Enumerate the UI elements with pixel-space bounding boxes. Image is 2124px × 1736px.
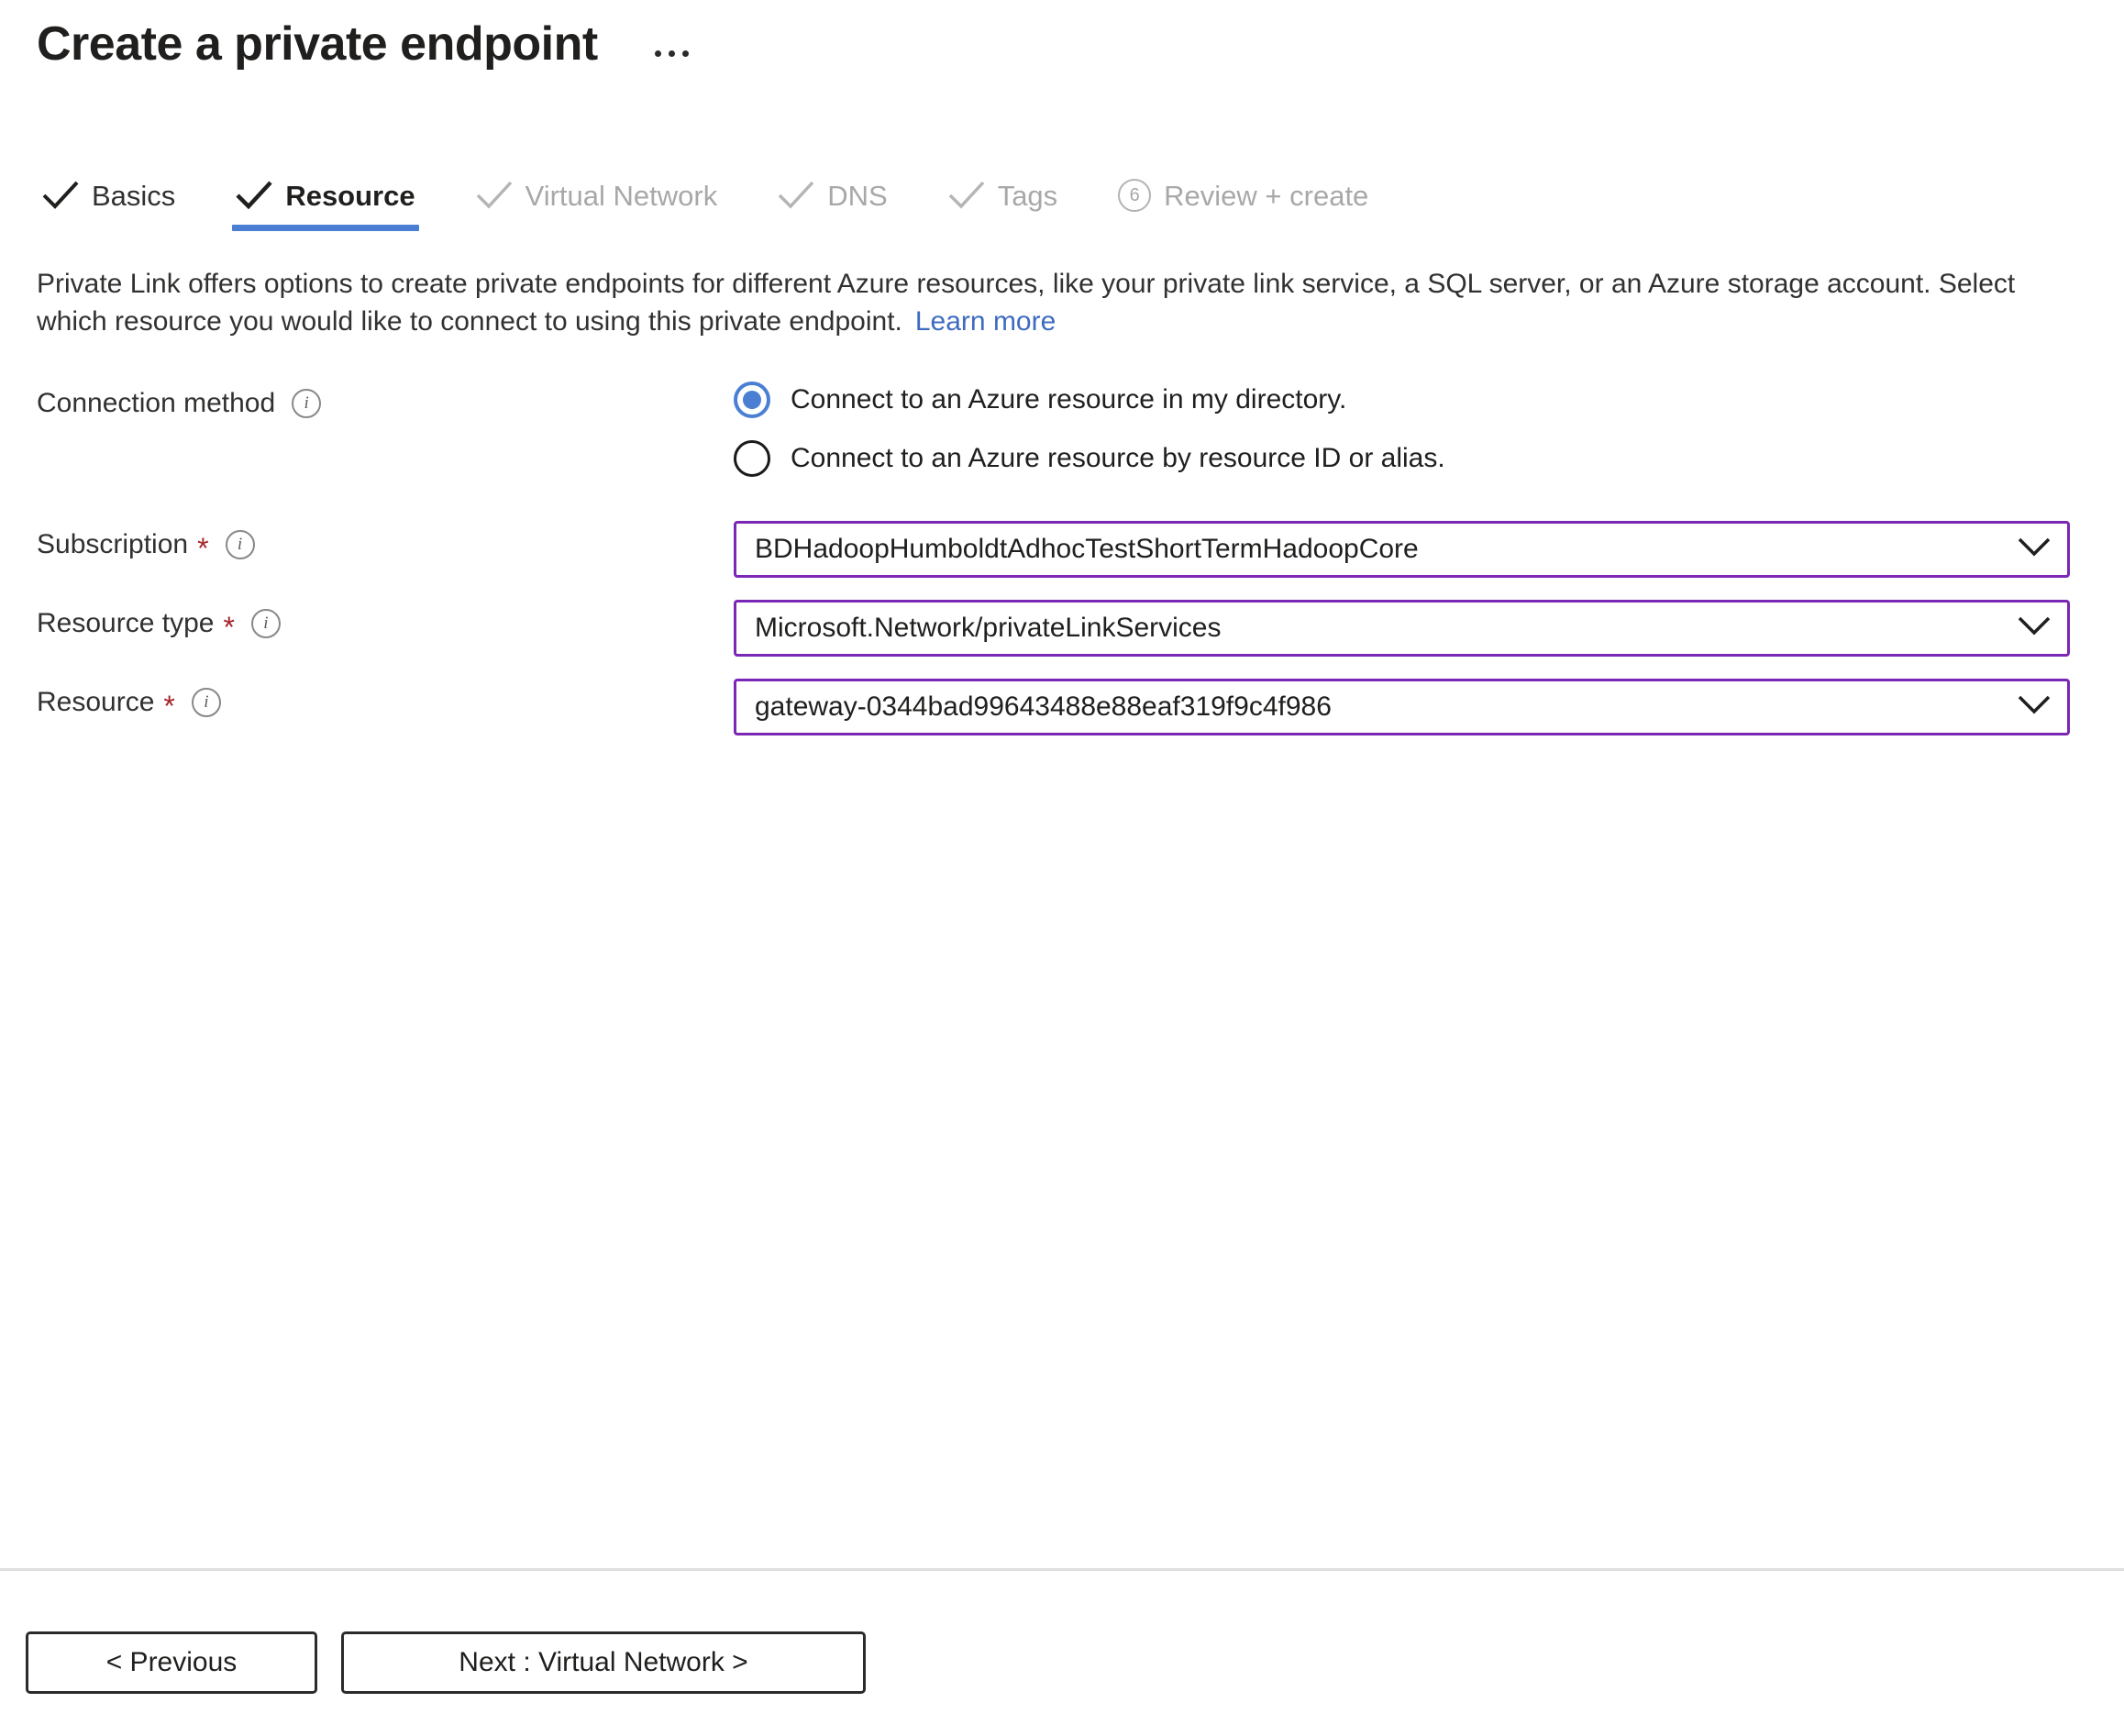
tab-basics[interactable]: Basics [37,165,181,226]
resource-value: gateway-0344bad99643488e88eaf319f9c4f986 [755,692,1332,721]
ellipsis-dot [669,50,676,57]
info-icon[interactable]: i [250,608,281,638]
resource-type-dropdown[interactable]: Microsoft.Network/privateLinkServices [734,599,2070,657]
form-row-subscription: Subscription * i BDHadoopHumboldtAdhocTe… [37,520,2124,578]
check-icon [948,180,985,211]
ellipsis-dot [682,50,690,57]
connection-method-radio-group: Connect to an Azure resource in my direc… [734,380,1445,499]
page-header: Create a private endpoint [0,0,2124,88]
resource-type-label: Resource type [37,607,215,638]
radio-connect-directory[interactable]: Connect to an Azure resource in my direc… [734,381,1445,418]
resource-type-value: Microsoft.Network/privateLinkServices [755,614,1222,642]
radio-label: Connect to an Azure resource by resource… [791,442,1445,473]
resource-type-label-group: Resource type * i [37,600,734,642]
check-icon [476,180,513,211]
chevron-down-icon [2018,536,2051,561]
resource-dropdown[interactable]: gateway-0344bad99643488e88eaf319f9c4f986 [734,678,2070,735]
subscription-value: BDHadoopHumboldtAdhocTestShortTermHadoop… [755,535,1419,563]
required-indicator: * [197,531,209,565]
connection-method-label: Connection method [37,387,276,418]
tab-label: DNS [827,179,888,212]
info-icon[interactable]: i [191,687,221,717]
description-text: Private Link offers options to create pr… [0,266,2082,341]
more-options-icon[interactable] [646,32,699,74]
next-button[interactable]: Next : Virtual Network > [341,1631,866,1694]
ellipsis-dot [655,50,662,57]
active-tab-underline [232,225,419,231]
tab-virtual-network[interactable]: Virtual Network [470,165,724,226]
tab-review-create[interactable]: 6 Review + create [1112,165,1374,226]
tab-label: Tags [997,179,1058,212]
chevron-down-icon [2018,615,2051,640]
required-indicator: * [223,610,235,644]
check-icon [778,180,814,211]
wizard-footer: < Previous Next : Virtual Network > [0,1571,2124,1736]
tab-label: Review + create [1164,179,1369,212]
check-icon [42,180,79,211]
radio-mark-icon [734,381,770,418]
radio-label: Connect to an Azure resource in my direc… [791,383,1347,415]
required-indicator: * [163,689,175,723]
subscription-dropdown[interactable]: BDHadoopHumboldtAdhocTestShortTermHadoop… [734,520,2070,578]
wizard-tabs: Basics Resource Virtual Network DNS Tags… [0,165,2124,237]
info-icon[interactable]: i [292,388,322,418]
previous-button[interactable]: < Previous [26,1631,317,1694]
tab-dns[interactable]: DNS [772,165,892,226]
page-title: Create a private endpoint [37,17,598,71]
radio-mark-icon [734,439,770,477]
info-icon[interactable]: i [225,529,255,559]
form-row-resource-type: Resource type * i Microsoft.Network/priv… [37,599,2124,657]
resource-label: Resource [37,686,155,717]
tab-label: Basics [92,179,176,212]
tab-tags[interactable]: Tags [943,165,1063,226]
tab-resource[interactable]: Resource [230,165,420,231]
radio-connect-resource-id[interactable]: Connect to an Azure resource by resource… [734,439,1445,477]
connection-method-label-group: Connection method i [37,380,734,418]
form-row-resource: Resource * i gateway-0344bad99643488e88e… [37,678,2124,735]
learn-more-link[interactable]: Learn more [915,306,1056,337]
chevron-down-icon [2018,694,2051,719]
subscription-label: Subscription [37,528,189,559]
subscription-label-group: Subscription * i [37,521,734,563]
tab-label: Virtual Network [525,179,718,212]
check-icon [236,180,272,211]
form-row-connection-method: Connection method i Connect to an Azure … [37,380,2124,499]
resource-label-group: Resource * i [37,679,734,721]
step-number-icon: 6 [1118,179,1152,212]
tab-label: Resource [285,179,415,212]
resource-form: Connection method i Connect to an Azure … [0,380,2124,735]
